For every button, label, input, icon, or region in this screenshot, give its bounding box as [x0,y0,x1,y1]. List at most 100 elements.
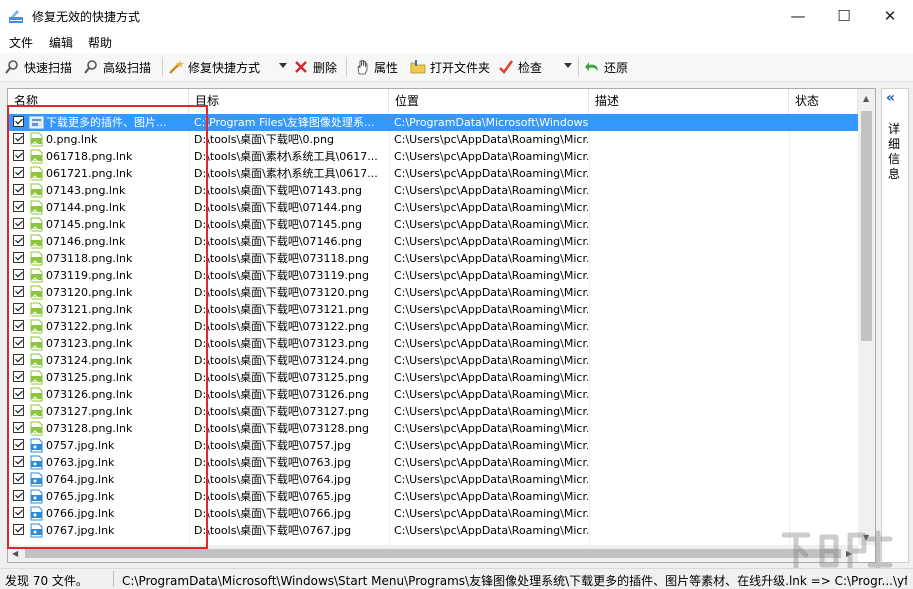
cell-target: D:\tools\桌面\下载吧\0767.jpg [194,524,352,537]
cell-location: C:\Users\pc\AppData\Roaming\Micr... [394,286,588,299]
hand-icon [354,59,370,75]
horizontal-scroll-thumb[interactable] [25,549,841,558]
cell-target: D:\tools\桌面\下载吧\073122.png [194,320,369,333]
delete-x-icon [293,59,309,75]
details-panel-label[interactable]: 详细信息 [884,122,904,182]
column-header-target[interactable]: 目标 [189,89,389,114]
cell-target: D:\tools\桌面\素材\系统工具\0617... [194,150,378,163]
cell-target: D:\tools\桌面\下载吧\07145.png [194,218,362,231]
close-button[interactable]: ✕ [867,0,913,31]
cell-location: C:\Users\pc\AppData\Roaming\Micr... [394,507,588,520]
open-folder-button[interactable]: 打开文件夹 [410,57,490,77]
cell-location: C:\Users\pc\AppData\Roaming\Micr... [394,337,588,350]
window-title: 修复无效的快捷方式 [32,10,141,24]
cell-location: C:\Users\pc\AppData\Roaming\Micr... [394,405,588,418]
cell-location: C:\Users\pc\AppData\Roaming\Micr... [394,422,588,435]
quick-scan-button[interactable]: 快速扫描 [4,57,72,77]
vertical-scroll-thumb[interactable] [861,111,872,341]
toolbar: 快速扫描 高级扫描 修复快捷方式 删除 属性 打开文件夹 检查 还原 [0,53,913,82]
cell-target: D:\tools\桌面\下载吧\073119.png [194,269,369,282]
wand-icon [168,59,184,75]
status-file-count: 发现 70 文件。 [5,574,88,588]
minimize-button[interactable]: — [775,0,821,31]
folder-icon [410,59,426,75]
maximize-button[interactable]: ☐ [821,0,867,31]
delete-label: 删除 [313,60,338,75]
status-bar: 发现 70 文件。 C:\ProgramData\Microsoft\Windo… [0,568,913,589]
cell-location: C:\Users\pc\AppData\Roaming\Micr... [394,133,588,146]
cell-location: C:\Users\pc\AppData\Roaming\Micr... [394,371,588,384]
collapse-panel-button[interactable]: « [886,90,895,106]
cell-location: C:\Users\pc\AppData\Roaming\Micr... [394,184,588,197]
fix-shortcut-label: 修复快捷方式 [188,60,261,75]
cell-target: D:\tools\桌面\下载吧\07146.png [194,235,362,248]
scroll-left-arrow-icon[interactable]: ◀ [12,549,18,558]
restore-label: 还原 [604,60,629,75]
quick-scan-label: 快速扫描 [24,60,73,75]
properties-label: 属性 [374,60,399,75]
cell-target: D:\tools\桌面\下载吧\07143.png [194,184,362,197]
menu-file[interactable]: 文件 [9,34,33,51]
cell-target: D:\tools\桌面\下载吧\0.png [194,133,334,146]
column-header-location[interactable]: 位置 [389,89,589,114]
status-divider [113,571,114,587]
fix-shortcut-button[interactable]: 修复快捷方式 [168,57,260,77]
cell-location: C:\Users\pc\AppData\Roaming\Micr... [394,150,588,163]
cell-target: D:\tools\桌面\下载吧\073120.png [194,286,369,299]
app-icon [9,10,23,23]
delete-button[interactable]: 删除 [293,57,337,77]
cell-target: D:\tools\桌面\下载吧\0757.jpg [194,439,352,452]
checkmark-icon [498,59,514,75]
watermark-logo [781,530,893,570]
check-dropdown-arrow[interactable] [564,63,572,68]
check-button[interactable]: 检查 [498,57,542,77]
toolbar-separator [578,57,579,77]
cell-location: C:\Users\pc\AppData\Roaming\Micr... [394,456,588,469]
title-bar: 修复无效的快捷方式 — ☐ ✕ [0,0,913,31]
cell-location: C:\Users\pc\AppData\Roaming\Micr... [394,303,588,316]
advanced-scan-button[interactable]: 高级扫描 [83,57,151,77]
column-header-description[interactable]: 描述 [589,89,789,114]
cell-target: D:\tools\桌面\下载吧\073128.png [194,422,369,435]
open-folder-label: 打开文件夹 [430,60,491,75]
cell-location: C:\Users\pc\AppData\Roaming\Micr... [394,473,588,486]
cell-location: C:\Users\pc\AppData\Roaming\Micr... [394,490,588,503]
cell-target: D:\tools\桌面\下载吧\0764.jpg [194,473,352,486]
cell-location: C:\Users\pc\AppData\Roaming\Micr... [394,388,588,401]
cell-location: C:\Users\pc\AppData\Roaming\Micr... [394,252,588,265]
advanced-scan-label: 高级扫描 [103,60,152,75]
cell-target: C:\Program Files\友锋图像处理系... [194,116,375,129]
toolbar-separator [162,57,163,77]
cell-target: D:\tools\桌面\下载吧\073121.png [194,303,369,316]
cell-location: C:\Users\pc\AppData\Roaming\Micr... [394,167,588,180]
cell-target: D:\tools\桌面\下载吧\073126.png [194,388,369,401]
scroll-up-arrow-icon[interactable]: ▲ [863,94,869,103]
cell-target: D:\tools\桌面\下载吧\073125.png [194,371,369,384]
cell-location: C:\Users\pc\AppData\Roaming\Micr... [394,269,588,282]
properties-button[interactable]: 属性 [354,57,398,77]
column-header-status[interactable]: 状态 [789,89,858,114]
check-label: 检查 [518,60,543,75]
magnifier-icon [4,59,20,75]
fix-dropdown-arrow[interactable] [279,63,287,68]
highlight-box [7,105,208,549]
cell-target: D:\tools\桌面\下载吧\0766.jpg [194,507,352,520]
magnifier-icon [83,59,99,75]
cell-location: C:\ProgramData\Microsoft\Windows... [394,116,588,129]
cell-location: C:\Users\pc\AppData\Roaming\Micr... [394,320,588,333]
cell-target: D:\tools\桌面\下载吧\073127.png [194,405,369,418]
menu-help[interactable]: 帮助 [88,34,112,51]
cell-target: D:\tools\桌面\下载吧\073118.png [194,252,369,265]
cell-target: D:\tools\桌面\素材\系统工具\0617... [194,167,378,180]
menu-edit[interactable]: 编辑 [49,34,73,51]
cell-target: D:\tools\桌面\下载吧\0765.jpg [194,490,352,503]
cell-location: C:\Users\pc\AppData\Roaming\Micr... [394,218,588,231]
restore-button[interactable]: 还原 [584,57,628,77]
cell-target: D:\tools\桌面\下载吧\073123.png [194,337,369,350]
cell-target: D:\tools\桌面\下载吧\0763.jpg [194,456,352,469]
cell-location: C:\Users\pc\AppData\Roaming\Micr... [394,201,588,214]
menu-bar: 文件 编辑 帮助 [0,31,913,53]
undo-arrow-icon [584,59,600,75]
toolbar-separator [346,57,347,77]
status-current-path: C:\ProgramData\Microsoft\Windows\Start M… [122,574,907,588]
